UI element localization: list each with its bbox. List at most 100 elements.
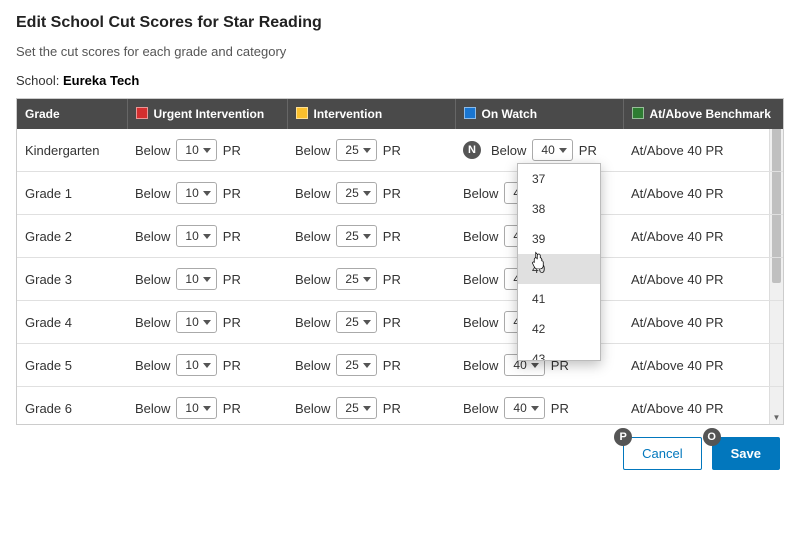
intervention-select[interactable]: 25 [336, 268, 376, 290]
below-label: Below [135, 315, 170, 330]
onwatch-cell: Below40PR [455, 387, 623, 425]
urgent-select[interactable]: 10 [176, 182, 216, 204]
below-label: Below [135, 272, 170, 287]
save-badge: O [703, 428, 721, 446]
below-label: Below [135, 143, 170, 158]
below-label: Below [463, 358, 498, 373]
urgent-select[interactable]: 10 [176, 225, 216, 247]
dropdown-option[interactable]: 37 [518, 164, 600, 194]
below-label: Below [295, 143, 330, 158]
dropdown-option[interactable]: 40 [518, 254, 600, 284]
pr-suffix: PR [579, 143, 597, 158]
urgent-select[interactable]: 10 [176, 311, 216, 333]
table-row: Grade 6Below10PRBelow25PRBelow40PRAt/Abo… [17, 387, 783, 425]
benchmark-cell: At/Above 40 PR [623, 258, 783, 301]
chevron-down-icon [203, 277, 211, 282]
school-name: Eureka Tech [63, 73, 139, 88]
below-label: Below [135, 186, 170, 201]
chevron-down-icon [363, 234, 371, 239]
legend-intervention-icon [296, 107, 308, 119]
grade-cell: Grade 3 [17, 258, 127, 301]
below-label: Below [295, 315, 330, 330]
below-label: Below [463, 272, 498, 287]
intervention-cell: Below25PR [287, 387, 455, 425]
cancel-badge: P [614, 428, 632, 446]
onwatch-select[interactable]: 40 [532, 139, 572, 161]
col-header-intervention: Intervention [287, 99, 455, 129]
below-label: Below [463, 229, 498, 244]
grade-cell: Grade 2 [17, 215, 127, 258]
chevron-down-icon [363, 320, 371, 325]
onwatch-dropdown-popup[interactable]: 37383940414243 [517, 163, 601, 361]
pr-suffix: PR [223, 401, 241, 416]
urgent-select[interactable]: 10 [176, 354, 216, 376]
benchmark-cell: At/Above 40 PR [623, 301, 783, 344]
table-row: Grade 2Below10PRBelow25PRBelow40PRAt/Abo… [17, 215, 783, 258]
pr-suffix: PR [383, 143, 401, 158]
page-subtitle: Set the cut scores for each grade and ca… [16, 44, 784, 59]
urgent-select[interactable]: 10 [176, 268, 216, 290]
dropdown-option[interactable]: 41 [518, 284, 600, 314]
chevron-down-icon [203, 234, 211, 239]
table-row: Grade 4Below10PRBelow25PRBelow40PRAt/Abo… [17, 301, 783, 344]
cancel-button[interactable]: P Cancel [623, 437, 701, 470]
benchmark-cell: At/Above 40 PR [623, 172, 783, 215]
below-label: Below [463, 315, 498, 330]
legend-benchmark-icon [632, 107, 644, 119]
urgent-cell: Below10PR [127, 344, 287, 387]
below-label: Below [295, 186, 330, 201]
grade-cell: Kindergarten [17, 129, 127, 172]
below-label: Below [295, 229, 330, 244]
pr-suffix: PR [383, 401, 401, 416]
grade-cell: Grade 4 [17, 301, 127, 344]
chevron-down-icon [203, 148, 211, 153]
intervention-cell: Below 25 PR [287, 129, 455, 172]
chevron-down-icon [531, 406, 539, 411]
dropdown-option[interactable]: 38 [518, 194, 600, 224]
school-line: School: Eureka Tech [16, 73, 784, 88]
urgent-cell: Below10PR [127, 215, 287, 258]
col-header-benchmark: At/Above Benchmark [623, 99, 783, 129]
page-title: Edit School Cut Scores for Star Reading [16, 14, 784, 32]
intervention-select[interactable]: 25 [336, 354, 376, 376]
chevron-down-icon [363, 191, 371, 196]
legend-urgent-icon [136, 107, 148, 119]
table-row: Grade 5Below10PRBelow25PRBelow40PRAt/Abo… [17, 344, 783, 387]
urgent-cell: Below 10 PR [127, 258, 287, 301]
benchmark-cell: At/Above 40 PR [623, 387, 783, 425]
legend-onwatch-icon [464, 107, 476, 119]
intervention-select[interactable]: 25 [336, 225, 376, 247]
intervention-select[interactable]: 25 [336, 182, 376, 204]
intervention-select[interactable]: 25 [336, 139, 376, 161]
urgent-cell: Below 10 PR [127, 129, 287, 172]
pr-suffix: PR [223, 358, 241, 373]
dropdown-option[interactable]: 42 [518, 314, 600, 344]
col-header-grade: Grade [17, 99, 127, 129]
grade-cell: Grade 5 [17, 344, 127, 387]
intervention-select[interactable]: 25 [336, 397, 376, 419]
dropdown-option[interactable]: 43 [518, 344, 600, 360]
urgent-cell: Below10PR [127, 301, 287, 344]
onwatch-select[interactable]: 40 [504, 397, 544, 419]
pr-suffix: PR [383, 186, 401, 201]
pr-suffix: PR [223, 272, 241, 287]
table-row: Grade 3Below10PRBelow25PRBelow40PRAt/Abo… [17, 258, 783, 301]
benchmark-cell: At/Above 40 PR [623, 344, 783, 387]
intervention-select[interactable]: 25 [336, 311, 376, 333]
save-button[interactable]: O Save [712, 437, 780, 470]
dropdown-option[interactable]: 39 [518, 224, 600, 254]
below-label: Below [295, 358, 330, 373]
below-label: Below [463, 401, 498, 416]
benchmark-cell: At/Above 40 PR [623, 129, 783, 172]
chevron-down-icon [559, 148, 567, 153]
table-row: Grade 1Below10PRBelow25PRBelow40PRAt/Abo… [17, 172, 783, 215]
urgent-select[interactable]: 10 [176, 397, 216, 419]
pr-suffix: PR [223, 143, 241, 158]
intervention-cell: Below 25 PR [287, 172, 455, 215]
intervention-cell: Below25PR [287, 215, 455, 258]
chevron-down-icon [203, 363, 211, 368]
below-label: Below [463, 186, 498, 201]
urgent-select[interactable]: 10 [176, 139, 216, 161]
col-header-onwatch: On Watch [455, 99, 623, 129]
intervention-cell: Below25PR [287, 301, 455, 344]
